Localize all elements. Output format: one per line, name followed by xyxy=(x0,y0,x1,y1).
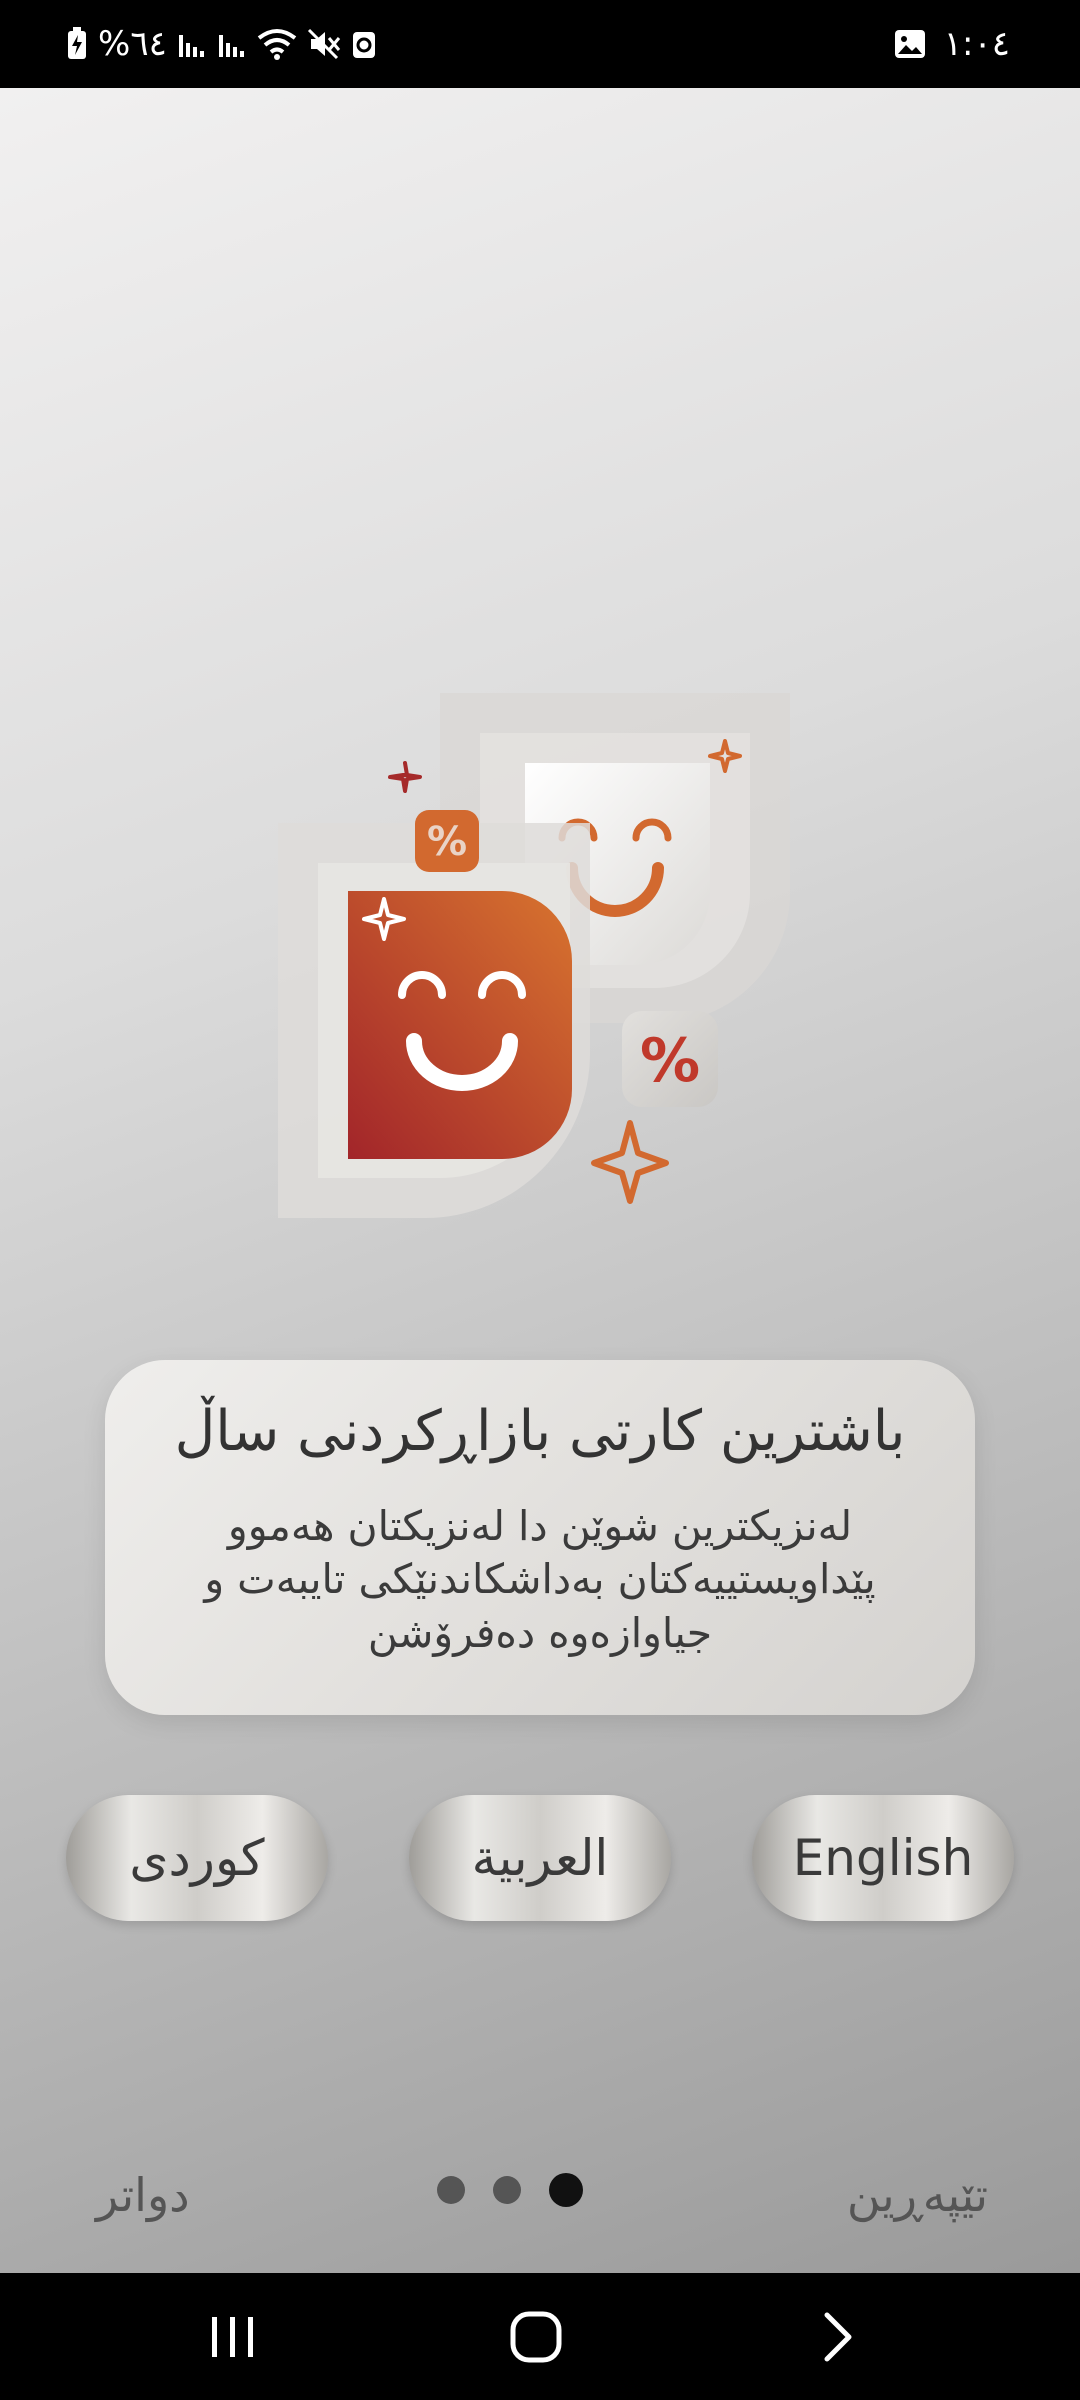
intro-card: باشترین کارتی بازاڕکردنی ساڵ لەنزیکترین … xyxy=(105,1360,975,1715)
language-selector: کوردی العربية English xyxy=(0,1795,1080,1925)
language-button-english[interactable]: English xyxy=(752,1795,1014,1921)
percent-badge-small: % xyxy=(415,810,479,872)
battery-percentage: %٦٤ xyxy=(98,24,167,64)
page-dot-2[interactable] xyxy=(493,2176,521,2204)
page-dot-3-active[interactable] xyxy=(549,2173,583,2207)
status-bar: %٦٤ ١:٠٤ xyxy=(0,0,1080,88)
next-button[interactable]: دواتر xyxy=(96,2168,190,2222)
home-icon xyxy=(510,2311,562,2362)
battery-charging-icon xyxy=(66,27,88,61)
clock: ١:٠٤ xyxy=(943,24,1010,64)
card-description: لەنزیکترین شوێن دا لەنزیکتان هەموو پێداو… xyxy=(204,1502,876,1657)
sparkle-icon xyxy=(591,1120,669,1204)
onboarding-nav: دواتر تێپەڕین xyxy=(0,2148,1080,2258)
status-right-group: ١:٠٤ xyxy=(894,0,1010,88)
svg-text:%: % xyxy=(640,1026,700,1096)
signal-icon-1 xyxy=(177,29,207,59)
wifi-icon xyxy=(257,28,297,60)
home-button[interactable] xyxy=(476,2273,596,2400)
language-button-arabic[interactable]: العربية xyxy=(409,1795,671,1921)
skip-button[interactable]: تێپەڕین xyxy=(847,2168,988,2222)
gallery-notification-icon xyxy=(894,29,926,59)
system-navigation-bar xyxy=(0,2273,1080,2400)
card-title: باشترین کارتی بازاڕکردنی ساڵ xyxy=(174,1399,906,1464)
data-saver-icon xyxy=(351,28,377,60)
recent-apps-icon xyxy=(212,2316,253,2357)
percent-badge-large: % xyxy=(622,1011,718,1107)
page-indicator xyxy=(437,2170,587,2210)
chevron-right-icon xyxy=(824,2312,852,2361)
mute-icon xyxy=(307,28,341,60)
back-button[interactable] xyxy=(778,2273,898,2400)
svg-text:%: % xyxy=(427,819,467,865)
status-left-group: %٦٤ xyxy=(66,0,377,88)
onboarding-screen: % % باشترین کارتی بازاڕکردنی ساڵ لەنزیکت… xyxy=(0,88,1080,2273)
signal-icon-2 xyxy=(217,29,247,59)
hero-illustration: % % xyxy=(270,593,810,1223)
language-button-kurdish[interactable]: کوردی xyxy=(66,1795,328,1921)
page-dot-1[interactable] xyxy=(437,2176,465,2204)
recent-apps-button[interactable] xyxy=(173,2273,293,2400)
sparkle-icon xyxy=(388,761,422,793)
